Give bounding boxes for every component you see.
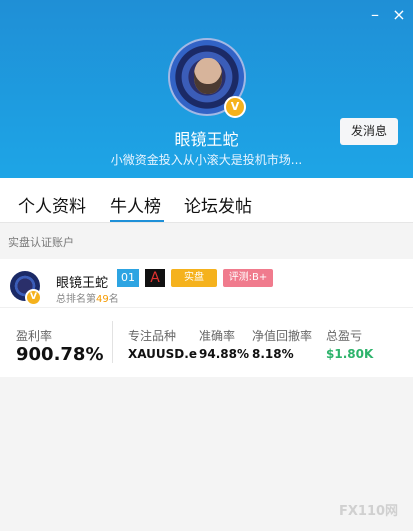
- focus-symbol-label: 专注品种: [128, 329, 177, 343]
- trader-name[interactable]: 眼镜王蛇: [56, 272, 108, 291]
- fx110-watermark: FX110网: [339, 504, 399, 519]
- profile-header: – × V 眼镜王蛇 小微资金投入从小滚大是投机市场... 发消息: [0, 0, 413, 178]
- total-pnl-value: $1.80K: [326, 347, 374, 361]
- evaluation-badge: 评测:B+: [223, 269, 273, 287]
- tab-profile[interactable]: 个人资料: [18, 192, 86, 217]
- profit-rate-label: 盈利率: [16, 329, 53, 343]
- section-title: 实盘认证账户: [8, 236, 74, 249]
- accuracy-label: 准确率: [199, 329, 236, 343]
- active-tab-indicator: [110, 220, 164, 222]
- avatar-face: [194, 58, 222, 94]
- verified-badge-icon: V: [25, 289, 42, 306]
- tab-ranking[interactable]: 牛人榜: [110, 192, 161, 217]
- minimize-button[interactable]: –: [364, 4, 386, 26]
- total-rank: 总排名第49名: [56, 290, 119, 305]
- rank-suffix: 名: [108, 294, 119, 305]
- tab-bar: 个人资料 牛人榜 论坛发帖: [0, 178, 413, 223]
- trader-stats: 盈利率 900.78% 专注品种 XAUUSD.e 准确率 94.88% 净值回…: [0, 307, 413, 377]
- focus-symbol-value: XAUUSD.e: [128, 347, 197, 361]
- accuracy-value: 94.88%: [199, 347, 249, 361]
- verified-badge-icon: V: [224, 96, 246, 118]
- trader-header: V 眼镜王蛇 01 A 实盘 评测:B+ 总排名第49名: [0, 259, 413, 308]
- drawdown-value: 8.18%: [252, 347, 294, 361]
- rank-prefix: 总排名第: [56, 294, 96, 305]
- close-button[interactable]: ×: [388, 4, 410, 26]
- profit-rate-value: 900.78%: [16, 344, 104, 365]
- rank-value: 49: [96, 294, 109, 305]
- send-message-button[interactable]: 发消息: [340, 118, 398, 145]
- broker-logo-icon: A: [145, 269, 165, 287]
- trader-card[interactable]: V 眼镜王蛇 01 A 实盘 评测:B+ 总排名第49名 盈利率 900.78%…: [0, 259, 413, 377]
- tab-forum-posts[interactable]: 论坛发帖: [184, 192, 252, 217]
- real-account-badge: 实盘: [171, 269, 217, 287]
- stats-divider: [112, 321, 113, 363]
- total-pnl-label: 总盈亏: [326, 329, 363, 343]
- drawdown-label: 净值回撤率: [252, 329, 313, 343]
- profile-signature: 小微资金投入从小滚大是投机市场...: [110, 153, 303, 167]
- level-tag: 01: [117, 269, 139, 287]
